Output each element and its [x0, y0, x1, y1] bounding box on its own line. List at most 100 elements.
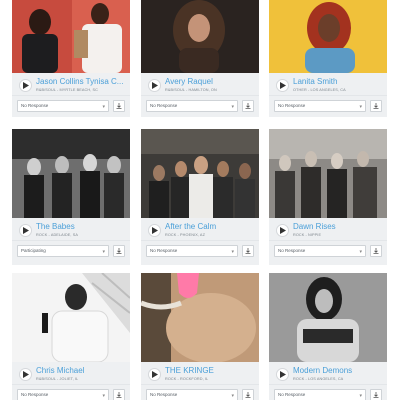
- artist-photo[interactable]: [269, 129, 387, 218]
- artist-name[interactable]: Jason Collins Tynisa C...: [36, 77, 126, 87]
- chevron-down-icon: ▾: [231, 393, 234, 399]
- chevron-down-icon: ▾: [102, 104, 105, 110]
- artist-card: Chris Michael R&B/SOUL - JOLIET, IL No R…: [12, 273, 130, 400]
- download-button[interactable]: [242, 100, 254, 112]
- response-select[interactable]: No Response ▾: [274, 389, 366, 400]
- artist-meta: R&B/SOUL - HAMILTON, ON: [165, 88, 217, 92]
- download-button[interactable]: [242, 389, 254, 400]
- artist-name[interactable]: Chris Michael: [36, 366, 126, 376]
- artist-card: Avery Raquel R&B/SOUL - HAMILTON, ON No …: [141, 0, 259, 117]
- download-icon: [373, 103, 379, 109]
- artist-meta: ROCK - ROCKFORD, IL: [165, 377, 209, 381]
- chevron-down-icon: ▾: [102, 249, 105, 255]
- artist-card: After the Calm ROCK - PHOENIX, AZ No Res…: [141, 129, 259, 265]
- artist-card: The Babes ROCK - ADELAIDE, SA Participat…: [12, 129, 130, 265]
- download-icon: [116, 103, 122, 109]
- download-icon: [245, 103, 251, 109]
- artist-card: Dawn Rises ROCK - NIPPIE No Response ▾: [269, 129, 387, 265]
- play-button[interactable]: [19, 79, 32, 92]
- artist-name[interactable]: Dawn Rises: [293, 222, 383, 232]
- artist-meta: ROCK - PHOENIX, AZ: [165, 233, 205, 237]
- play-icon: [280, 227, 286, 234]
- chevron-down-icon: ▾: [231, 249, 234, 255]
- artist-photo[interactable]: [269, 273, 387, 362]
- response-select[interactable]: Participating ▾: [17, 245, 109, 257]
- artist-meta: OTHER - LOS ANGELES, CA: [293, 88, 346, 92]
- card-info: Dawn Rises ROCK - NIPPIE: [269, 218, 387, 240]
- chevron-down-icon: ▾: [359, 249, 362, 255]
- card-controls: No Response ▾: [141, 95, 259, 117]
- card-controls: No Response ▾: [269, 240, 387, 262]
- card-info: The Babes ROCK - ADELAIDE, SA: [12, 218, 130, 240]
- card-controls: No Response ▾: [269, 384, 387, 400]
- response-select[interactable]: No Response ▾: [274, 100, 366, 112]
- response-select[interactable]: No Response ▾: [146, 245, 238, 257]
- download-icon: [373, 248, 379, 254]
- play-icon: [280, 82, 286, 89]
- download-button[interactable]: [113, 100, 125, 112]
- download-icon: [245, 392, 251, 398]
- card-controls: Participating ▾: [12, 240, 130, 262]
- play-button[interactable]: [19, 224, 32, 237]
- artist-photo[interactable]: [269, 0, 387, 73]
- artist-photo[interactable]: [141, 0, 259, 73]
- card-controls: No Response ▾: [141, 240, 259, 262]
- play-button[interactable]: [276, 368, 289, 381]
- card-controls: No Response ▾: [12, 384, 130, 400]
- artist-photo[interactable]: [141, 129, 259, 218]
- chevron-down-icon: ▾: [359, 104, 362, 110]
- artist-card: Jason Collins Tynisa C... R&B/SOUL - MYR…: [12, 0, 130, 117]
- artist-photo[interactable]: [141, 273, 259, 362]
- download-icon: [245, 248, 251, 254]
- response-select[interactable]: No Response ▾: [17, 100, 109, 112]
- play-button[interactable]: [19, 368, 32, 381]
- artist-meta: ROCK - LOS ANGELES, CA: [293, 377, 344, 381]
- card-controls: No Response ▾: [141, 384, 259, 400]
- chevron-down-icon: ▾: [359, 393, 362, 399]
- play-button[interactable]: [148, 224, 161, 237]
- artist-card: Lanita Smith OTHER - LOS ANGELES, CA No …: [269, 0, 387, 117]
- download-button[interactable]: [242, 245, 254, 257]
- chevron-down-icon: ▾: [231, 104, 234, 110]
- card-info: Modern Demons ROCK - LOS ANGELES, CA: [269, 362, 387, 384]
- play-button[interactable]: [276, 224, 289, 237]
- download-button[interactable]: [113, 389, 125, 400]
- chevron-down-icon: ▾: [102, 393, 105, 399]
- artist-name[interactable]: Modern Demons: [293, 366, 383, 376]
- artist-name[interactable]: THE KRINGE: [165, 366, 255, 376]
- play-button[interactable]: [276, 79, 289, 92]
- play-button[interactable]: [148, 79, 161, 92]
- download-button[interactable]: [370, 100, 382, 112]
- play-icon: [152, 371, 158, 378]
- artist-card: THE KRINGE ROCK - ROCKFORD, IL No Respon…: [141, 273, 259, 400]
- play-icon: [23, 371, 29, 378]
- artist-card: Modern Demons ROCK - LOS ANGELES, CA No …: [269, 273, 387, 400]
- card-info: After the Calm ROCK - PHOENIX, AZ: [141, 218, 259, 240]
- card-info: Chris Michael R&B/SOUL - JOLIET, IL: [12, 362, 130, 384]
- card-info: Jason Collins Tynisa C... R&B/SOUL - MYR…: [12, 73, 130, 95]
- play-icon: [23, 82, 29, 89]
- download-icon: [116, 248, 122, 254]
- card-controls: No Response ▾: [269, 95, 387, 117]
- play-button[interactable]: [148, 368, 161, 381]
- response-select[interactable]: No Response ▾: [146, 389, 238, 400]
- card-info: THE KRINGE ROCK - ROCKFORD, IL: [141, 362, 259, 384]
- card-info: Avery Raquel R&B/SOUL - HAMILTON, ON: [141, 73, 259, 95]
- response-select[interactable]: No Response ▾: [146, 100, 238, 112]
- artist-meta: R&B/SOUL - JOLIET, IL: [36, 377, 79, 381]
- artist-photo[interactable]: [12, 129, 130, 218]
- artist-photo[interactable]: [12, 273, 130, 362]
- response-select[interactable]: No Response ▾: [17, 389, 109, 400]
- download-button[interactable]: [113, 245, 125, 257]
- artist-name[interactable]: The Babes: [36, 222, 126, 232]
- artist-name[interactable]: Lanita Smith: [293, 77, 383, 87]
- artist-name[interactable]: Avery Raquel: [165, 77, 255, 87]
- artist-photo[interactable]: [12, 0, 130, 73]
- download-icon: [373, 392, 379, 398]
- card-controls: No Response ▾: [12, 95, 130, 117]
- download-button[interactable]: [370, 245, 382, 257]
- artist-name[interactable]: After the Calm: [165, 222, 255, 232]
- response-select[interactable]: No Response ▾: [274, 245, 366, 257]
- download-button[interactable]: [370, 389, 382, 400]
- artist-meta: R&B/SOUL - MYRTLE BEACH, SC: [36, 88, 98, 92]
